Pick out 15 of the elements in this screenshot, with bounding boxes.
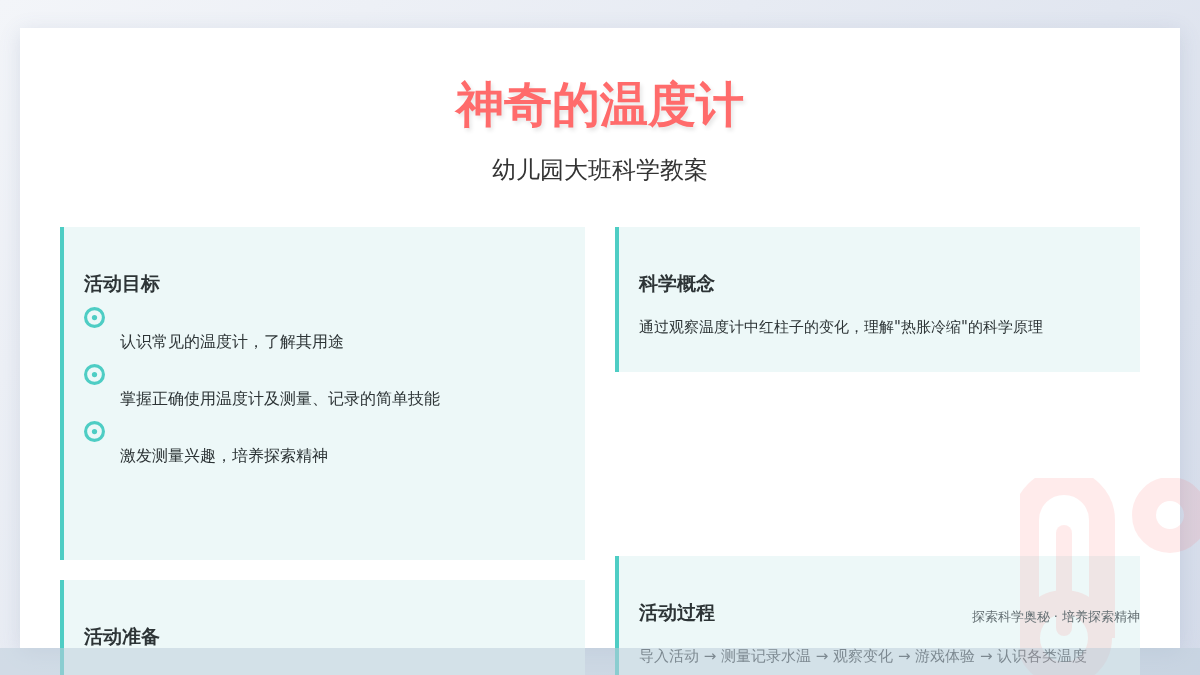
goal-text: 认识常见的温度计，了解其用途	[120, 331, 344, 353]
section-text: 导入活动 → 测量记录水温 → 观察变化 → 游戏体验 → 认识各类温度	[639, 646, 1088, 667]
goal-text: 激发测量兴趣，培养探索精神	[120, 445, 328, 467]
section-heading: 活动准备	[84, 624, 160, 649]
footer-slogan: 探索科学奥秘 · 培养探索精神	[971, 608, 1140, 626]
section-text: 通过观察温度计中红柱子的变化，理解"热胀冷缩"的科学原理	[639, 317, 1043, 338]
section-heading: 科学概念	[639, 271, 715, 296]
section-heading: 活动目标	[84, 271, 160, 296]
page-title: 神奇的温度计	[456, 75, 744, 134]
page-subtitle: 幼儿园大班科学教案	[492, 155, 708, 186]
section-heading: 活动过程	[639, 600, 715, 625]
goal-text: 掌握正确使用温度计及测量、记录的简单技能	[120, 388, 440, 410]
target-icon	[84, 364, 105, 385]
target-icon	[84, 307, 105, 328]
target-icon	[84, 421, 105, 442]
